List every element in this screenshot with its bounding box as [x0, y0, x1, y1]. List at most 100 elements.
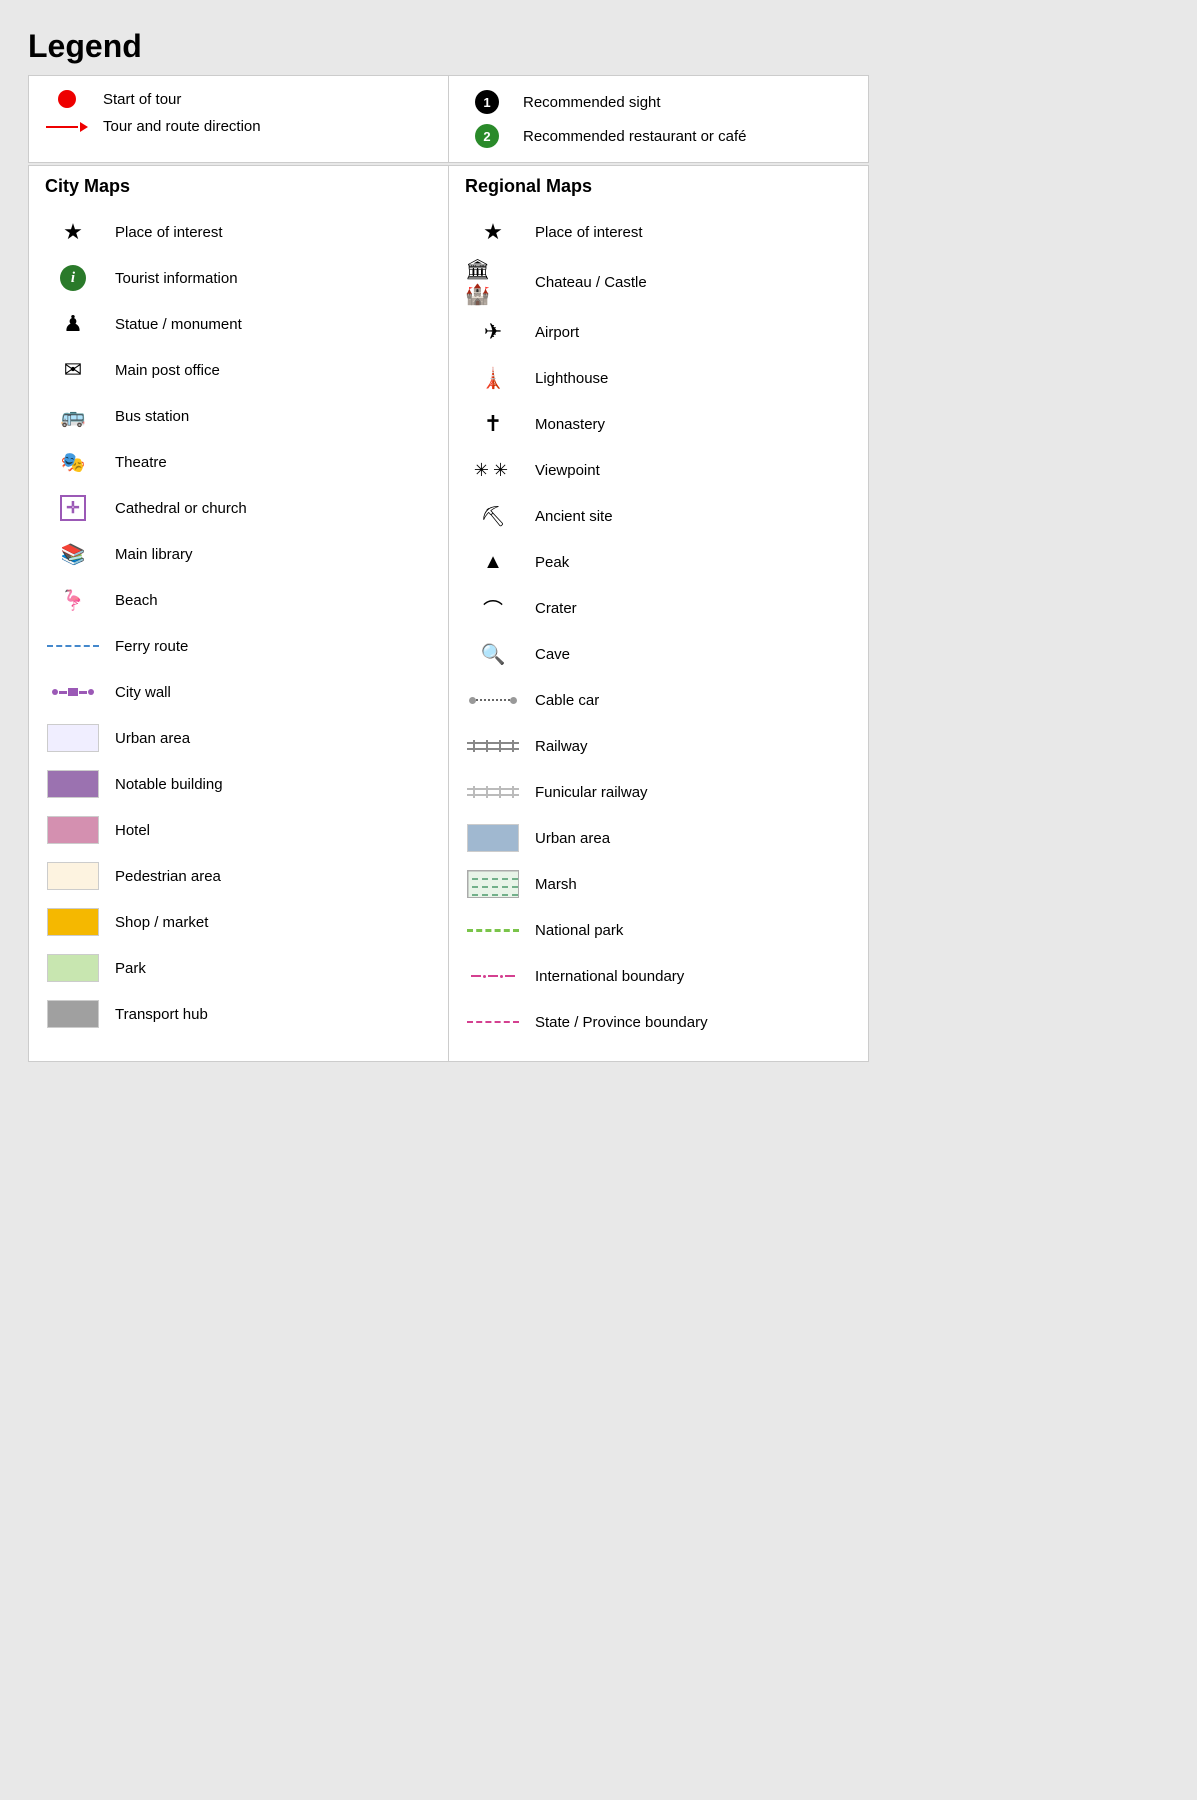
list-item: Pedestrian area [45, 853, 432, 899]
notable-swatch-symbol [47, 770, 99, 798]
international-boundary-label: International boundary [535, 968, 852, 985]
list-item: National park [465, 907, 852, 953]
state-province-boundary-icon [465, 1021, 521, 1023]
cw-dot [52, 689, 58, 695]
city-wall-label: City wall [115, 684, 432, 701]
list-item: Ferry route [45, 623, 432, 669]
tourist-info-icon: i [45, 265, 101, 291]
regional-maps-heading: Regional Maps [465, 176, 852, 201]
regional-urban-swatch-symbol [467, 824, 519, 852]
main-post-office-icon: ✉ [45, 357, 101, 383]
num-2-symbol: 2 [475, 124, 499, 148]
list-item: ✈ Airport [465, 309, 852, 355]
cross-symbol: ✝ [484, 411, 502, 437]
legend-page: Legend Start of tour Tour and route dire… [16, 16, 881, 1074]
marsh-swatch-symbol [467, 870, 519, 898]
list-item: 🦩 Beach [45, 577, 432, 623]
railway-symbol [467, 740, 519, 752]
list-item: 🚌 Bus station [45, 393, 432, 439]
city-maps-heading: City Maps [45, 176, 432, 201]
star-symbol: ★ [483, 219, 503, 245]
ferry-route-label: Ferry route [115, 638, 432, 655]
list-item: State / Province boundary [465, 999, 852, 1045]
list-item: Park [45, 945, 432, 991]
cc-dotted-line [476, 699, 510, 701]
list-item: 🎭 Theatre [45, 439, 432, 485]
national-park-icon [465, 929, 521, 932]
list-item: Railway [465, 723, 852, 769]
ib-dash [471, 975, 481, 977]
list-item: Urban area [465, 815, 852, 861]
ib-dot [483, 975, 486, 978]
list-item: ✝ Monastery [465, 401, 852, 447]
star-symbol: ★ [63, 219, 83, 245]
cw-dot [88, 689, 94, 695]
urban-area-city-label: Urban area [115, 730, 432, 747]
crater-label: Crater [535, 600, 852, 617]
list-item: 📚 Main library [45, 531, 432, 577]
list-item: International boundary [465, 953, 852, 999]
red-arrow-symbol [46, 122, 88, 132]
route-direction-icon [47, 122, 87, 132]
beach-bird-symbol: 🦩 [61, 588, 86, 613]
list-item: ✉ Main post office [45, 347, 432, 393]
hotel-label: Hotel [115, 822, 432, 839]
place-of-interest-regional-icon: ★ [465, 219, 521, 245]
sight-legend: 1 Recommended sight 2 Recommended restau… [449, 76, 868, 162]
international-boundary-icon [465, 975, 521, 978]
page-title: Legend [28, 28, 869, 65]
list-item: Urban area [45, 715, 432, 761]
list-item: Cable car [465, 677, 852, 723]
state-province-boundary-label: State / Province boundary [535, 1014, 852, 1031]
national-park-label: National park [535, 922, 852, 939]
list-item: Hotel [45, 807, 432, 853]
recommended-sight-icon: 1 [467, 90, 507, 114]
cc-dot-right [510, 697, 517, 704]
cathedral-church-label: Cathedral or church [115, 500, 432, 517]
tour-legend: Start of tour Tour and route direction [29, 76, 449, 162]
cave-label: Cave [535, 646, 852, 663]
pedestrian-swatch-symbol [47, 862, 99, 890]
city-wall-icon [45, 688, 101, 696]
railway-label: Railway [535, 738, 852, 755]
peak-label: Peak [535, 554, 852, 571]
tie [473, 740, 475, 752]
cw-segment [79, 691, 87, 694]
start-tour-icon [47, 90, 87, 108]
route-direction-label: Tour and route direction [103, 118, 261, 135]
viewpoint-symbol: ✳✳ [474, 460, 512, 481]
cw-segment [59, 691, 67, 694]
marsh-label: Marsh [535, 876, 852, 893]
church-cross-symbol: ✛ [60, 495, 86, 521]
ib-dash [505, 975, 515, 977]
list-item: 🗼 Lighthouse [465, 355, 852, 401]
transport-hub-icon [45, 1000, 101, 1028]
list-item: Transport hub [45, 991, 432, 1037]
city-wall-symbol [52, 688, 94, 696]
funicular-railway-icon [465, 786, 521, 798]
list-item: i Tourist information [45, 255, 432, 301]
peak-icon: ▲ [465, 551, 521, 574]
lighthouse-symbol: 🗼 [481, 366, 506, 391]
urban-swatch-symbol [47, 724, 99, 752]
envelope-symbol: ✉ [64, 357, 82, 383]
ib-dash [488, 975, 498, 977]
tie [512, 740, 514, 752]
list-item: Notable building [45, 761, 432, 807]
cave-icon: 🔍 [465, 642, 521, 667]
funicular-railway-label: Funicular railway [535, 784, 852, 801]
funicular-ties [467, 786, 519, 798]
recommended-restaurant-icon: 2 [467, 124, 507, 148]
ib-dot [500, 975, 503, 978]
shop-market-icon [45, 908, 101, 936]
transport-swatch-symbol [47, 1000, 99, 1028]
list-item: ⛏ Ancient site [465, 493, 852, 539]
list-item: ⌒ Crater [465, 585, 852, 631]
main-library-label: Main library [115, 546, 432, 563]
chateau-castle-label: Chateau / Castle [535, 274, 852, 291]
ancient-symbol: ⛏ [480, 504, 505, 529]
peak-symbol: ▲ [483, 551, 503, 574]
list-item: City wall [45, 669, 432, 715]
list-item: ✛ Cathedral or church [45, 485, 432, 531]
railway-ties [467, 740, 519, 752]
